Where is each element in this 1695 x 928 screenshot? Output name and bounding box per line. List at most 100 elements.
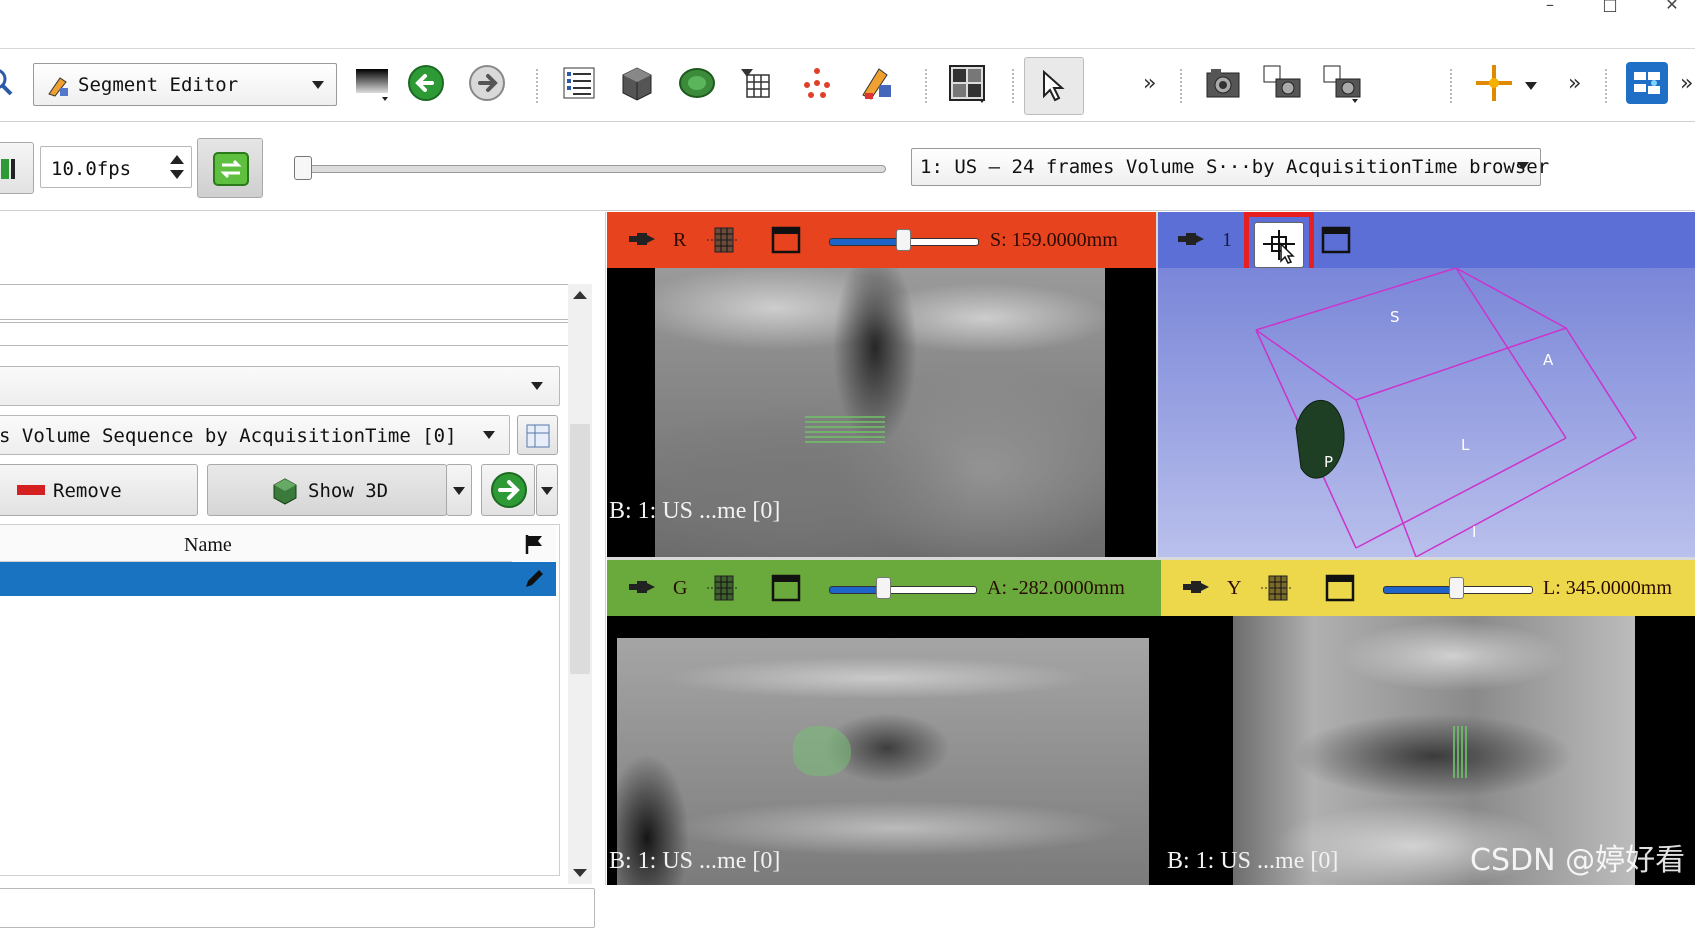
pin-icon[interactable] bbox=[629, 578, 655, 596]
slice-offset-slider[interactable] bbox=[829, 586, 977, 594]
extensions-icon[interactable] bbox=[1625, 61, 1669, 105]
window-title-bar: – □ ✕ bbox=[0, 0, 1695, 49]
volumes-module-icon[interactable] bbox=[617, 63, 657, 103]
slice-offset-value: A: -282.0000mm bbox=[987, 577, 1125, 599]
remove-segment-button[interactable]: Remove bbox=[0, 464, 198, 516]
scroll-down-icon[interactable] bbox=[573, 868, 587, 878]
show-3d-button[interactable]: Show 3D bbox=[207, 464, 447, 516]
scene-views-list-icon[interactable] bbox=[1322, 63, 1362, 103]
sequence-browser-selector[interactable]: 1: US – 24 frames Volume S···by Acquisit… bbox=[911, 148, 1549, 186]
maximize-view-icon[interactable] bbox=[771, 226, 801, 254]
crosshair-icon[interactable] bbox=[1474, 63, 1514, 103]
frame-slider-handle[interactable] bbox=[294, 156, 312, 180]
axis-label-p: P bbox=[1324, 453, 1334, 471]
panel-scrollbar[interactable] bbox=[568, 284, 592, 884]
axis-label-i: I bbox=[1472, 523, 1477, 541]
window-level-icon[interactable] bbox=[352, 63, 392, 103]
maximize-view-icon[interactable] bbox=[771, 574, 801, 602]
transforms-module-icon[interactable] bbox=[737, 63, 777, 103]
toolbar-separator bbox=[1450, 69, 1455, 103]
toolbar-overflow-chevron[interactable]: » bbox=[1680, 71, 1693, 96]
module-selector-label: Segment Editor bbox=[78, 74, 239, 96]
fps-value: 10.0fps bbox=[51, 158, 132, 180]
switch-module-dropdown[interactable] bbox=[536, 464, 558, 516]
maximize-view-icon[interactable] bbox=[1325, 574, 1355, 602]
center-3d-view-icon bbox=[1263, 230, 1295, 264]
minimize-button[interactable]: – bbox=[1530, 0, 1570, 14]
pin-icon[interactable] bbox=[629, 230, 655, 248]
module-selector[interactable]: Segment Editor bbox=[33, 63, 337, 106]
axis-label-l: L bbox=[1461, 436, 1470, 454]
segmentation-selector[interactable] bbox=[0, 366, 560, 406]
spin-arrows-icon[interactable] bbox=[167, 152, 187, 182]
toolbar-overflow-chevron[interactable]: » bbox=[1143, 71, 1156, 96]
view-separator bbox=[607, 557, 1695, 560]
loop-button[interactable] bbox=[197, 138, 263, 198]
center-view-button[interactable] bbox=[1254, 222, 1304, 268]
slice-offset-value: S: 159.0000mm bbox=[990, 229, 1118, 251]
segmentation-overlay bbox=[1453, 726, 1467, 778]
cursor-arrow-icon bbox=[1043, 70, 1065, 102]
slice-visibility-icon[interactable] bbox=[1261, 572, 1293, 604]
slice-offset-slider-handle[interactable] bbox=[896, 229, 911, 251]
edit-segment-cell[interactable] bbox=[512, 562, 556, 596]
name-column-header[interactable]: Name bbox=[184, 534, 232, 557]
view-letter: G bbox=[673, 577, 688, 599]
close-button[interactable]: ✕ bbox=[1652, 0, 1692, 14]
show-3d-icon bbox=[273, 478, 297, 505]
chevron-down-icon bbox=[541, 487, 553, 495]
table-row[interactable] bbox=[0, 562, 512, 596]
view-separator bbox=[1156, 212, 1158, 557]
toolbar-overflow-chevron[interactable]: » bbox=[1568, 71, 1581, 96]
layout-icon[interactable] bbox=[947, 63, 987, 103]
data-module-icon[interactable] bbox=[559, 63, 599, 103]
segment-filter-field[interactable] bbox=[0, 888, 595, 928]
segment-editor-module-icon[interactable] bbox=[857, 63, 897, 103]
fps-spinbox[interactable]: 10.0fps bbox=[40, 146, 192, 188]
mouse-select-button[interactable] bbox=[1024, 57, 1084, 115]
scroll-up-icon[interactable] bbox=[573, 290, 587, 300]
red-view-controller: R S: 159.0000mm bbox=[607, 212, 1156, 268]
view-letter: 1 bbox=[1222, 229, 1232, 251]
frame-slider-track[interactable] bbox=[296, 165, 886, 173]
maximize-view-icon[interactable] bbox=[1321, 226, 1351, 254]
forward-arrow-icon[interactable] bbox=[467, 63, 507, 103]
green-slice-viewport[interactable]: B: 1: US ...me [0] bbox=[607, 616, 1161, 885]
3d-viewport[interactable]: S A L P I bbox=[1156, 268, 1695, 557]
markups-module-icon[interactable] bbox=[797, 63, 837, 103]
pin-icon[interactable] bbox=[1183, 578, 1209, 596]
show-3d-dropdown[interactable] bbox=[446, 464, 472, 516]
slice-offset-slider-handle[interactable] bbox=[1449, 577, 1464, 599]
models-module-icon[interactable] bbox=[677, 63, 717, 103]
red-slice-viewport[interactable]: B: 1: US ...me [0] bbox=[607, 268, 1156, 557]
slice-visibility-icon[interactable] bbox=[707, 572, 739, 604]
sequence-browser-toolbar: 10.0fps 1: US – 24 frames Volume S···by … bbox=[0, 132, 1695, 211]
source-volume-options-button[interactable] bbox=[517, 415, 558, 455]
segmentation-field[interactable] bbox=[0, 284, 570, 320]
scrollbar-thumb[interactable] bbox=[570, 424, 590, 674]
scene-view-icon[interactable] bbox=[1262, 63, 1302, 103]
switch-to-module-button[interactable] bbox=[481, 464, 535, 516]
source-volume-label: s Volume Sequence by AcquisitionTime [0] bbox=[0, 425, 457, 447]
skip-to-end-button[interactable] bbox=[0, 142, 34, 194]
screenshot-icon[interactable] bbox=[1203, 63, 1243, 103]
yellow-view-controller: Y L: 345.0000mm bbox=[1161, 560, 1695, 616]
segmentation-info-field bbox=[0, 322, 570, 346]
search-icon[interactable] bbox=[0, 63, 18, 103]
segments-table: Name bbox=[0, 524, 560, 876]
crosshair-dropdown-icon[interactable] bbox=[1525, 82, 1537, 90]
source-volume-selector[interactable]: s Volume Sequence by AcquisitionTime [0] bbox=[0, 415, 510, 455]
pin-icon[interactable] bbox=[1178, 230, 1204, 248]
visibility-column-header[interactable] bbox=[512, 525, 556, 561]
segmentation-overlay bbox=[805, 416, 885, 444]
slice-visibility-icon[interactable] bbox=[707, 224, 739, 256]
maximize-button[interactable]: □ bbox=[1590, 0, 1630, 14]
flag-icon bbox=[525, 535, 542, 554]
chevron-down-icon bbox=[312, 81, 324, 89]
loop-icon bbox=[213, 152, 249, 186]
pencil-icon bbox=[526, 570, 543, 587]
toolbar-separator bbox=[536, 69, 541, 103]
panel-splitter[interactable] bbox=[605, 212, 606, 885]
slice-offset-slider-handle[interactable] bbox=[876, 577, 891, 599]
back-arrow-icon[interactable] bbox=[406, 63, 446, 103]
